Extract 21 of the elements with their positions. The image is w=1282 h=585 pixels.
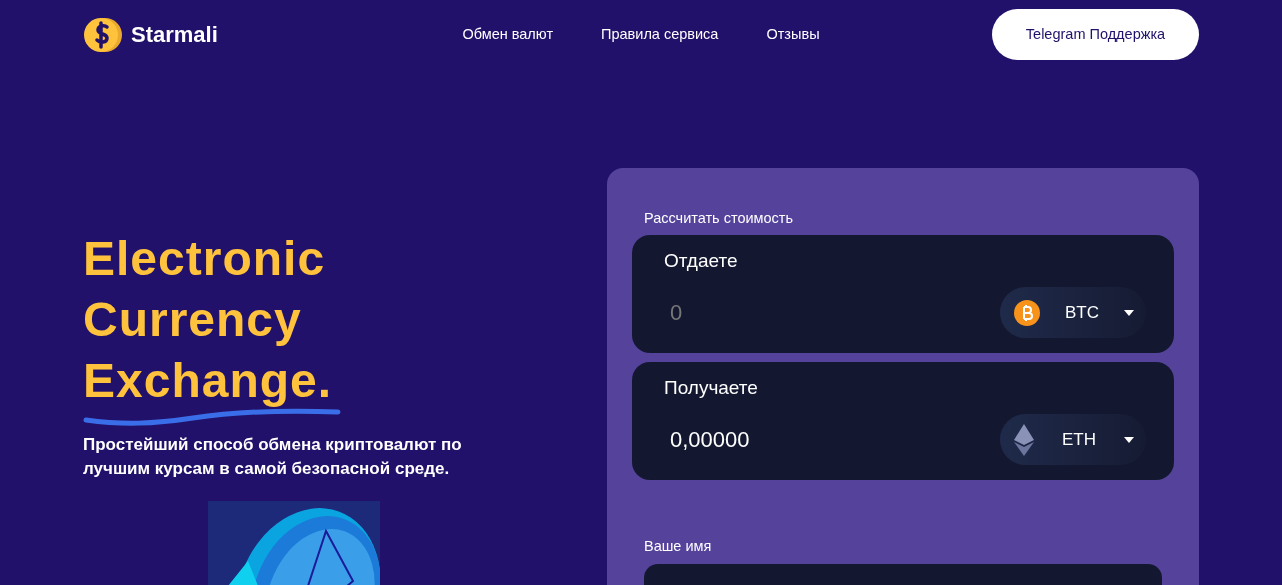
ethereum-icon (1014, 423, 1034, 456)
exchange-label: Получаете (664, 375, 759, 400)
nav-link[interactable]: Правила сервиса (601, 23, 719, 46)
exchange-label: Отдаете (664, 248, 739, 273)
nav-link[interactable]: Обмен валют (462, 23, 554, 46)
hero-title-line: Currency (83, 292, 302, 348)
name-label: Ваше имя (644, 536, 713, 556)
currency-select[interactable]: BTC (1000, 287, 1146, 339)
hero-title-line: Exchange. (83, 353, 333, 409)
bitcoin-icon (1014, 299, 1040, 326)
caret-icon (1124, 309, 1134, 316)
hero-subtitle: Простейший способ обмена криптовалют по лучшим курсам в самой безопасной среде. (83, 434, 463, 480)
nav-link[interactable]: Отзывы (766, 23, 820, 46)
amount-input-field[interactable]: 0,00000 (664, 423, 964, 457)
telegram-support-button[interactable]: Telegram Поддержка (992, 9, 1199, 60)
caret-icon (1124, 436, 1134, 443)
hero-title-line: Electronic (83, 231, 326, 287)
currency-select[interactable]: ETH (1000, 414, 1146, 466)
brand-name[interactable]: Starmali (131, 18, 218, 51)
calculator-title: Рассчитать стоимость (644, 209, 795, 228)
amount-input-field[interactable]: 0 (664, 296, 964, 330)
